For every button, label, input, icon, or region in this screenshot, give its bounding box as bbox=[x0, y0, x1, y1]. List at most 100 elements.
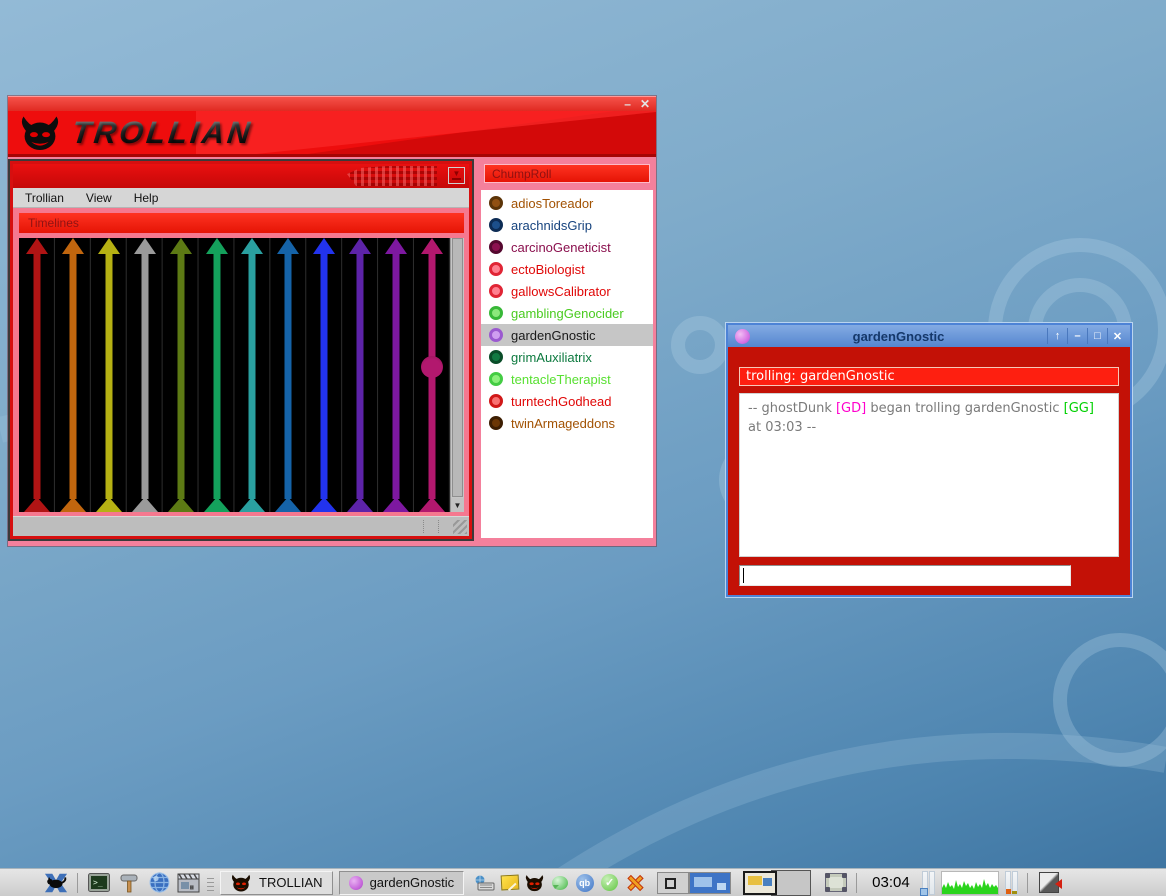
contact-tentacleTherapist[interactable]: tentacleTherapist bbox=[481, 368, 653, 390]
workspace-2-active[interactable] bbox=[689, 872, 731, 894]
logout-icon[interactable] bbox=[1039, 872, 1059, 893]
contact-name: carcinoGeneticist bbox=[511, 240, 611, 255]
menu-item-view[interactable]: View bbox=[86, 191, 112, 205]
timeline-marker[interactable] bbox=[421, 356, 443, 378]
workspace-1[interactable] bbox=[657, 872, 689, 894]
contact-adiosToreador[interactable]: adiosToreador bbox=[481, 192, 653, 214]
timelines-panel-header: Timelines bbox=[19, 213, 464, 233]
cpu-activity-monitor[interactable] bbox=[941, 871, 999, 895]
chumproll-header-wrap: ChumpRoll bbox=[481, 159, 653, 190]
gardengnostic-window-icon bbox=[735, 329, 750, 344]
shade-icon: ▼ bbox=[453, 171, 461, 177]
screenshot-tool-icon[interactable] bbox=[825, 873, 847, 892]
browser-launcher[interactable] bbox=[147, 871, 171, 895]
devil-logo-icon bbox=[18, 115, 62, 151]
taskbar-handle[interactable] bbox=[207, 875, 214, 891]
contact-twinArmageddons[interactable]: twinArmageddons bbox=[481, 412, 653, 434]
purple-dot-icon bbox=[349, 876, 363, 890]
shade-button[interactable]: ▼ bbox=[448, 167, 465, 184]
timeline-arrow-7 bbox=[275, 238, 301, 512]
chat-window: gardenGnostic ↑ – □ ✕ trolling: gardenGn… bbox=[726, 323, 1132, 597]
volume-gauge[interactable] bbox=[922, 871, 935, 895]
cat-launcher-icon bbox=[44, 872, 68, 894]
taskbar-separator bbox=[1027, 873, 1028, 893]
contact-name: grimAuxiliatrix bbox=[511, 350, 592, 365]
contact-carcinoGeneticist[interactable]: carcinoGeneticist bbox=[481, 236, 653, 258]
taskbar: >_ ▦ bbox=[0, 868, 1166, 896]
timeline-arrow-3 bbox=[132, 238, 158, 512]
contact-arachnidsGrip[interactable]: arachnidsGrip bbox=[481, 214, 653, 236]
taskbar-button-label: gardenGnostic bbox=[370, 875, 455, 890]
rollup-button[interactable]: ↑ bbox=[1047, 328, 1067, 344]
trollian-titlebar[interactable]: – ✕ bbox=[8, 97, 656, 111]
window-previews bbox=[743, 870, 811, 896]
globe-icon bbox=[149, 872, 170, 893]
taskbar-button-gardengnostic[interactable]: gardenGnostic bbox=[339, 871, 465, 895]
close-icon[interactable]: ✕ bbox=[640, 99, 650, 109]
timelines-client: Timelines ▼ bbox=[13, 208, 469, 516]
taskbar-button-label: TROLLIAN bbox=[259, 875, 323, 890]
maximize-button[interactable]: □ bbox=[1087, 328, 1107, 344]
scroll-down-button[interactable]: ▼ bbox=[451, 498, 464, 512]
chat-titlebar[interactable]: gardenGnostic ↑ – □ ✕ bbox=[728, 325, 1130, 347]
taskbar-separator bbox=[856, 873, 857, 893]
resize-grip[interactable] bbox=[453, 520, 467, 534]
minimize-button[interactable]: – bbox=[1067, 328, 1087, 344]
gd-handle-tag: [GD] bbox=[836, 401, 866, 416]
chumproll-panel: ChumpRoll adiosToreador arachnidsGrip carc… bbox=[481, 159, 656, 541]
chat-message-area[interactable]: -- ghostDunk [GD] began trolling gardenG… bbox=[739, 393, 1119, 557]
close-button[interactable]: ✕ bbox=[1107, 328, 1127, 344]
taskbar-separator bbox=[77, 873, 78, 893]
menu-item-help[interactable]: Help bbox=[134, 191, 159, 205]
media-launcher[interactable]: ▦ bbox=[177, 871, 201, 895]
contact-name: turntechGodhead bbox=[511, 394, 611, 409]
trollian-tray-icon[interactable] bbox=[524, 872, 545, 893]
keyboard-layout-tray-icon[interactable] bbox=[474, 872, 495, 893]
terminal-icon: >_ bbox=[88, 873, 110, 892]
contact-name: gardenGnostic bbox=[511, 328, 596, 343]
chat-body: trolling: gardenGnostic -- ghostDunk [GD… bbox=[728, 347, 1130, 595]
pager-window bbox=[694, 877, 712, 887]
trollian-window: – ✕ TROLLIAN ▼ bbox=[8, 96, 656, 546]
minimize-icon[interactable]: – bbox=[624, 99, 631, 109]
contact-status-icon bbox=[489, 416, 503, 430]
timelines-titlebar[interactable]: ▼ bbox=[13, 164, 469, 188]
statusbar-separator bbox=[438, 520, 439, 533]
timeline-canvas[interactable] bbox=[19, 238, 450, 512]
vertical-scrollbar[interactable]: ▼ bbox=[450, 238, 464, 512]
messenger-tray-icon[interactable] bbox=[549, 872, 570, 893]
tools-launcher[interactable] bbox=[117, 871, 141, 895]
contact-status-icon bbox=[489, 196, 503, 210]
window-manager-menu-button[interactable] bbox=[44, 871, 68, 895]
clock[interactable]: 03:04 bbox=[866, 874, 916, 891]
message-text: -- ghostDunk bbox=[748, 401, 836, 416]
window-thumbnail[interactable] bbox=[771, 870, 811, 896]
contact-ectoBiologist[interactable]: ectoBiologist bbox=[481, 258, 653, 280]
contact-grimAuxiliatrix[interactable]: grimAuxiliatrix bbox=[481, 346, 653, 368]
update-ok-tray-icon[interactable]: ✓ bbox=[599, 872, 620, 893]
contact-gallowsCalibrator[interactable]: gallowsCalibrator bbox=[481, 280, 653, 302]
film-clapper-icon: ▦ bbox=[177, 873, 201, 893]
contact-name: ectoBiologist bbox=[511, 262, 585, 277]
terminal-launcher[interactable]: >_ bbox=[87, 871, 111, 895]
menu-item-trollian[interactable]: Trollian bbox=[25, 191, 64, 205]
contact-turntechGodhead[interactable]: turntechGodhead bbox=[481, 390, 653, 412]
notes-tray-icon[interactable] bbox=[499, 872, 520, 893]
message-text: at 03:03 -- bbox=[748, 420, 816, 435]
orange-x-tray-icon[interactable] bbox=[624, 872, 645, 893]
qb-tray-icon[interactable]: qb bbox=[574, 872, 595, 893]
contact-status-icon bbox=[489, 240, 503, 254]
text-caret bbox=[743, 568, 744, 583]
contact-gamblingGenocider[interactable]: gamblingGenocider bbox=[481, 302, 653, 324]
contact-gardenGnostic[interactable]: gardenGnostic bbox=[481, 324, 653, 346]
contact-name: tentacleTherapist bbox=[511, 372, 611, 387]
pager-window-outline bbox=[665, 878, 676, 889]
window-thumbnail[interactable] bbox=[743, 871, 777, 895]
chumproll-list: adiosToreador arachnidsGrip carcinoGenetic… bbox=[481, 190, 653, 538]
contact-name: adiosToreador bbox=[511, 196, 593, 211]
trollian-logo-band: TROLLIAN bbox=[8, 111, 656, 157]
taskbar-button-trollian[interactable]: TROLLIAN bbox=[220, 871, 333, 895]
battery-gauge[interactable] bbox=[1005, 871, 1018, 895]
scrollbar-thumb[interactable] bbox=[452, 238, 463, 497]
chat-input-field[interactable] bbox=[739, 565, 1071, 586]
